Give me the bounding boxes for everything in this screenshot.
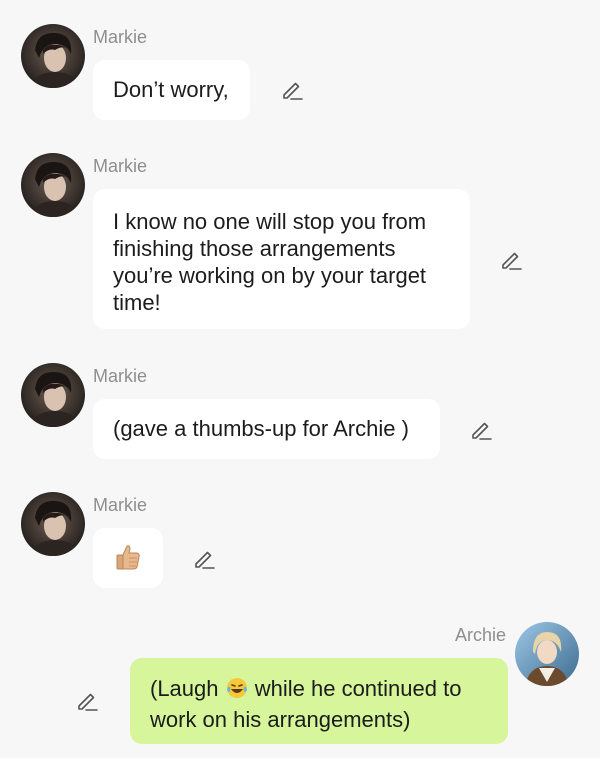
message-text-line: you’re working on by your target — [113, 263, 427, 288]
message-text-line: finishing those arrangements — [113, 236, 396, 261]
pencil-edit-icon[interactable] — [500, 248, 524, 272]
pencil-edit-icon[interactable] — [281, 78, 305, 102]
avatar-markie[interactable] — [21, 363, 85, 427]
message-text-line: time! — [113, 290, 161, 315]
avatar-markie[interactable] — [21, 24, 85, 88]
message-text: Don’t worry, — [113, 77, 229, 102]
message-text: (Laugh — [150, 676, 225, 701]
message-bubble[interactable]: (Laugh while he continued to work on his… — [130, 658, 508, 744]
message-text: (gave a thumbs-up for Archie ) — [113, 416, 409, 441]
avatar-markie[interactable] — [21, 153, 85, 217]
message-text: while he continued to — [248, 676, 462, 701]
message-bubble[interactable]: Don’t worry, — [93, 60, 250, 120]
sender-name: Markie — [93, 366, 148, 386]
message-bubble[interactable] — [93, 528, 163, 588]
pencil-edit-icon[interactable] — [193, 547, 217, 571]
laughing-tears-icon — [225, 676, 249, 706]
sender-name: Markie — [93, 27, 148, 47]
avatar-archie[interactable] — [515, 622, 579, 686]
message-text-line: work on his arrangements) — [150, 707, 411, 732]
pencil-edit-icon[interactable] — [470, 418, 494, 442]
pencil-edit-icon[interactable] — [76, 689, 100, 713]
thumbs-up-icon — [115, 543, 141, 577]
message-bubble[interactable]: I know no one will stop you from finishi… — [93, 189, 470, 329]
sender-name: Markie — [93, 156, 148, 176]
sender-name: Markie — [93, 495, 148, 515]
message-text-line: I know no one will stop you from — [113, 209, 427, 234]
avatar-markie[interactable] — [21, 492, 85, 556]
chat-thread: Markie Don’t worry, Markie I know no one… — [0, 0, 600, 758]
sender-name: Archie — [455, 625, 507, 645]
message-text-line: (Laugh while he continued to — [150, 675, 488, 706]
message-bubble[interactable]: (gave a thumbs-up for Archie ) — [93, 399, 440, 459]
